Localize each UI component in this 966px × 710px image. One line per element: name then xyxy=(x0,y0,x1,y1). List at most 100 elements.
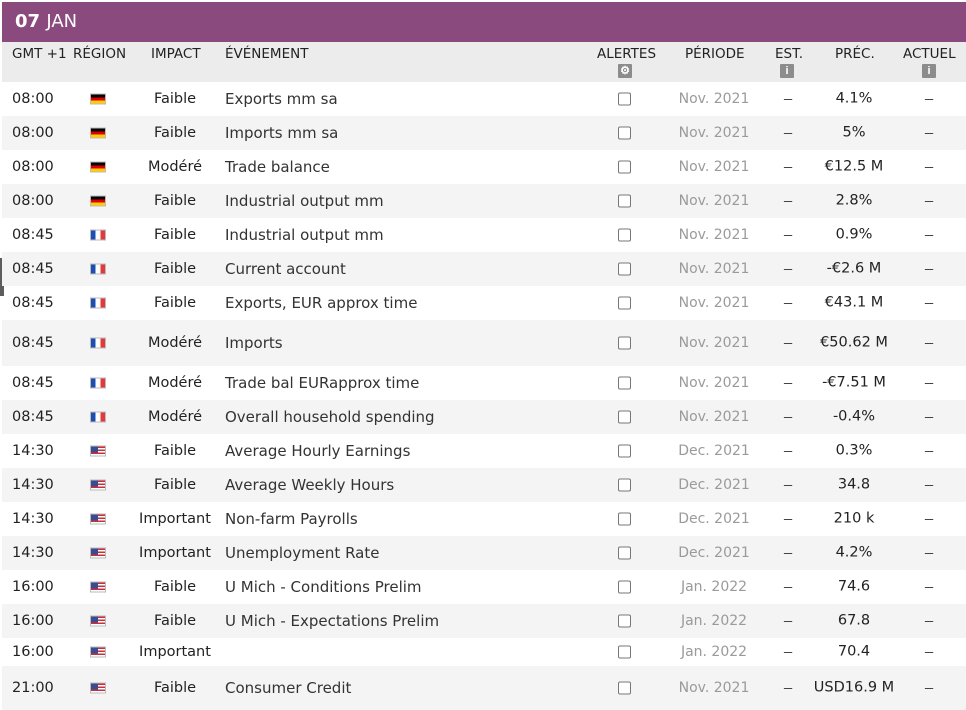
table-row[interactable]: 08:45 Faible Current account Nov. 2021 – -€2.… xyxy=(2,252,966,286)
event-time: 16:00 xyxy=(12,613,54,629)
table-row[interactable]: 14:30 Faible Average Hourly Earnings Dec. 2… xyxy=(2,434,966,468)
alert-checkbox[interactable] xyxy=(618,262,631,276)
flag-fr-icon xyxy=(90,411,106,423)
previous-value: 0.3% xyxy=(835,442,873,459)
event-period: Jan. 2022 xyxy=(680,644,748,660)
alert-checkbox[interactable] xyxy=(618,681,631,695)
previous-value: €43.1 M xyxy=(824,294,884,311)
alert-checkbox[interactable] xyxy=(618,92,631,106)
alert-checkbox[interactable] xyxy=(618,376,631,390)
alert-checkbox[interactable] xyxy=(618,160,631,174)
table-row[interactable]: 08:00 Faible Industrial output mm Nov. 2021… xyxy=(2,184,966,218)
event-period: Nov. 2021 xyxy=(678,409,750,425)
event-name[interactable]: Imports xyxy=(225,334,283,352)
table-row[interactable]: 14:30 Important Non-farm Payrolls Dec. 2021… xyxy=(2,502,966,536)
flag-us-icon xyxy=(90,513,106,525)
impact-level: Faible xyxy=(153,125,197,141)
alert-checkbox[interactable] xyxy=(618,194,631,208)
info-icon[interactable]: i xyxy=(922,64,936,78)
col-event-header: ÉVÉNEMENT xyxy=(225,46,309,62)
event-name[interactable]: Overall household spending xyxy=(225,408,435,426)
previous-value: 210 k xyxy=(833,510,875,527)
alert-checkbox[interactable] xyxy=(618,546,631,560)
flag-de-icon xyxy=(90,93,106,105)
event-period: Nov. 2021 xyxy=(678,227,750,243)
events-table: 08:00 Faible Exports mm sa Nov. 2021–4.1% –0… xyxy=(2,82,966,710)
impact-level: Faible xyxy=(153,613,197,629)
table-row[interactable]: 14:30 Faible Average Weekly Hours Dec. 2021… xyxy=(2,468,966,502)
table-row[interactable]: 21:00 Faible Consumer Credit Nov. 2021 – USD1… xyxy=(2,666,966,710)
gear-icon[interactable]: ⚙ xyxy=(618,64,632,78)
alert-checkbox[interactable] xyxy=(618,645,631,659)
table-row[interactable]: 08:00 Faible Imports mm sa Nov. 2021 – 5% – xyxy=(2,116,966,150)
impact-level: Important xyxy=(139,511,211,527)
event-name[interactable]: Trade balance xyxy=(225,158,330,176)
previous-value: €12.5 M xyxy=(824,158,884,175)
event-period: Dec. 2021 xyxy=(678,511,750,527)
event-name[interactable]: Average Weekly Hours xyxy=(225,476,394,494)
alert-checkbox[interactable] xyxy=(618,336,631,350)
event-period: Jan. 2022 xyxy=(680,579,748,595)
estimate-value: – xyxy=(783,476,793,494)
event-time: 08:45 xyxy=(12,227,54,243)
info-icon[interactable]: i xyxy=(780,64,794,78)
estimate-value: – xyxy=(783,544,793,562)
impact-level: Faible xyxy=(153,91,197,107)
estimate-value: – xyxy=(783,374,793,392)
previous-value: 4.2% xyxy=(835,544,873,561)
column-header-row: GMT +1 RÉGION IMPACT ÉVÉNEMENT ALERTES ⚙… xyxy=(2,42,966,82)
alert-checkbox[interactable] xyxy=(618,614,631,628)
table-row[interactable]: 16:00 Faible U Mich - Conditions Prelim Jan… xyxy=(2,570,966,604)
table-row[interactable]: 16:00 Important Jan. 2022 – 70.4 – xyxy=(2,638,966,666)
flag-us-icon xyxy=(90,445,106,457)
event-name[interactable]: Imports mm sa xyxy=(225,124,338,142)
event-name[interactable]: U Mich - Expectations Prelim xyxy=(225,612,439,630)
table-row[interactable]: 14:30 Important Unemployment Rate Dec. 2021… xyxy=(2,536,966,570)
event-time: 08:45 xyxy=(12,409,54,425)
table-row[interactable]: 16:00 Faible U Mich - Expectations Prelim J… xyxy=(2,604,966,638)
event-name[interactable]: Exports mm sa xyxy=(225,90,338,108)
alert-checkbox[interactable] xyxy=(618,478,631,492)
event-name[interactable]: U Mich - Conditions Prelim xyxy=(225,578,422,596)
alert-checkbox[interactable] xyxy=(618,296,631,310)
table-row[interactable]: 08:00 Faible Exports mm sa Nov. 2021 – 4.1% – xyxy=(2,82,966,116)
actual-value: – xyxy=(924,408,934,426)
event-name[interactable]: Unemployment Rate xyxy=(225,544,379,562)
flag-us-icon xyxy=(90,615,106,627)
event-name[interactable]: Industrial output mm xyxy=(225,192,384,210)
impact-level: Faible xyxy=(153,295,197,311)
alert-checkbox[interactable] xyxy=(618,444,631,458)
impact-level: Faible xyxy=(153,680,197,696)
impact-level: Faible xyxy=(153,261,197,277)
alert-checkbox[interactable] xyxy=(618,512,631,526)
impact-level: Faible xyxy=(153,477,197,493)
event-name[interactable]: Current account xyxy=(225,260,346,278)
table-row[interactable]: 08:45 Faible Industrial output mm Nov. 2021… xyxy=(2,218,966,252)
table-row[interactable]: 08:45 Modéré Trade bal EURapprox time Nov. … xyxy=(2,366,966,400)
actual-value: – xyxy=(924,90,934,108)
event-name[interactable]: Industrial output mm xyxy=(225,226,384,244)
event-time: 14:30 xyxy=(12,511,54,527)
event-time: 08:45 xyxy=(12,335,54,351)
table-row[interactable]: 08:45 Modéré Overall household spending Nov… xyxy=(2,400,966,434)
event-name[interactable]: Non-farm Payrolls xyxy=(225,510,358,528)
table-row[interactable]: 08:45 Modéré Imports Nov. 2021 – €50.62 M – xyxy=(2,320,966,366)
alert-checkbox[interactable] xyxy=(618,410,631,424)
estimate-value: – xyxy=(783,334,793,352)
alert-checkbox[interactable] xyxy=(618,228,631,242)
event-name[interactable]: Trade bal EURapprox time xyxy=(225,374,419,392)
event-name[interactable]: Average Hourly Earnings xyxy=(225,442,410,460)
alert-checkbox[interactable] xyxy=(618,126,631,140)
flag-de-icon xyxy=(90,195,106,207)
event-name[interactable]: Exports, EUR approx time xyxy=(225,294,417,312)
alert-checkbox[interactable] xyxy=(618,580,631,594)
table-row[interactable]: 08:45 Faible Exports, EUR approx time Nov. … xyxy=(2,286,966,320)
col-time-header: GMT +1 xyxy=(12,46,67,62)
table-row[interactable]: 08:00 Modéré Trade balance Nov. 2021 – €12.5 … xyxy=(2,150,966,184)
event-time: 14:30 xyxy=(12,545,54,561)
estimate-value: – xyxy=(783,408,793,426)
event-name[interactable]: Consumer Credit xyxy=(225,679,351,697)
previous-value: -€7.51 M xyxy=(822,374,886,391)
event-time: 16:00 xyxy=(12,579,54,595)
previous-value: €50.62 M xyxy=(820,334,888,351)
